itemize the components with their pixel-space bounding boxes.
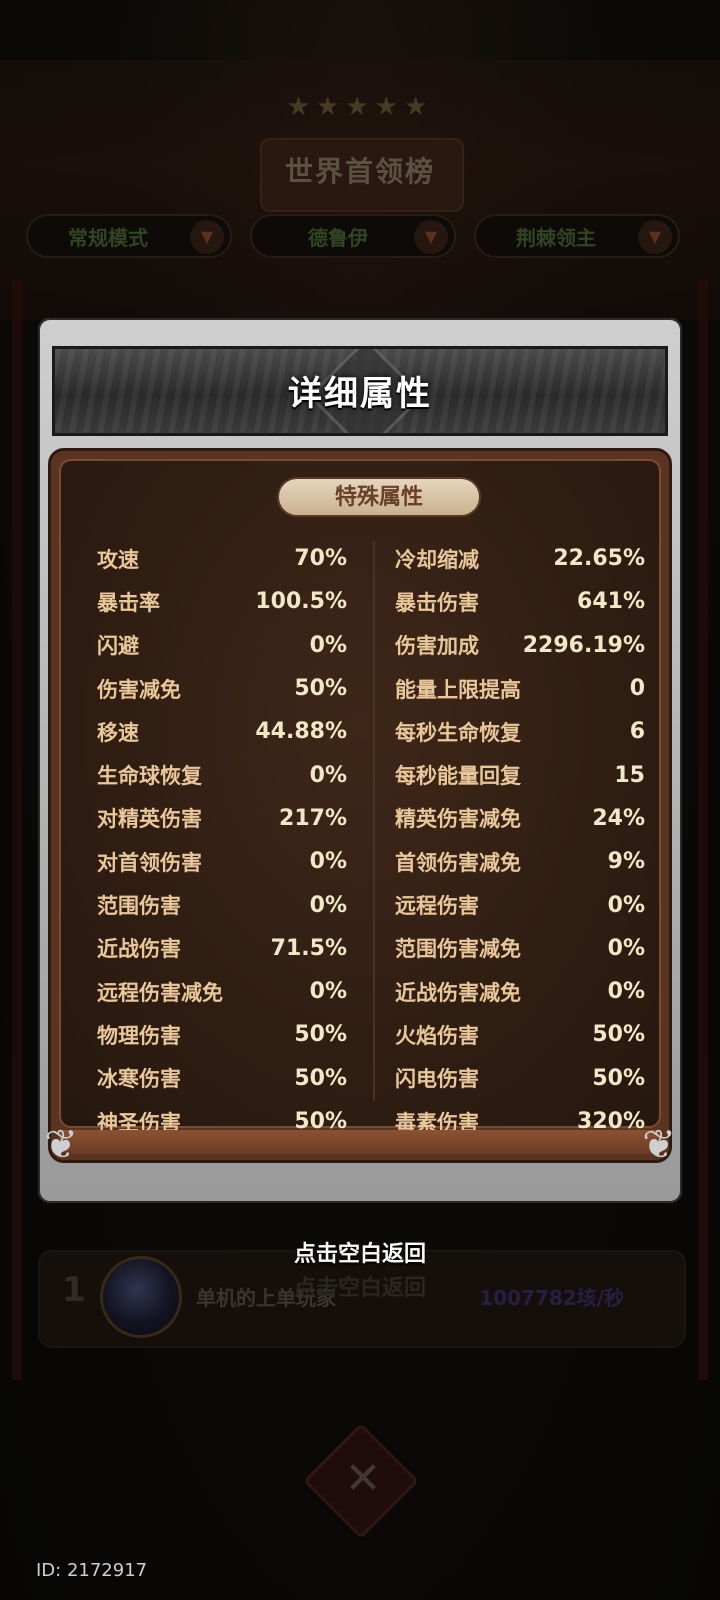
stat-row: 闪电伤害 50% [395, 1057, 645, 1100]
stat-row: 近战伤害 71.5% [97, 927, 347, 970]
stat-value: 0% [607, 892, 645, 918]
stat-value: 0% [607, 979, 645, 1005]
section-title: 特殊属性 [277, 477, 481, 517]
detail-attributes-modal: 详细属性 特殊属性 攻速 70% 暴击率 100.5% 闪避 0% 伤害减免 50% 移… [38, 318, 682, 1203]
stat-label: 远程伤害 [395, 894, 479, 919]
stat-label: 范围伤害 [97, 894, 181, 919]
user-id-label: ID: 2172917 [36, 1560, 148, 1581]
stat-row: 对精英伤害 217% [97, 797, 347, 840]
stat-label: 伤害减免 [97, 677, 181, 702]
stat-label: 移速 [97, 720, 139, 745]
stat-value: 22.65% [553, 546, 645, 572]
stat-value: 50% [592, 1022, 645, 1048]
stat-value: 50% [294, 1022, 347, 1048]
stat-value: 9% [607, 849, 645, 875]
stat-label: 近战伤害 [97, 937, 181, 962]
stat-row: 首领伤害减免 9% [395, 840, 645, 883]
stat-value: 50% [592, 1065, 645, 1091]
stat-label: 闪电伤害 [395, 1067, 479, 1092]
stat-value: 71.5% [270, 935, 347, 961]
stat-label: 对精英伤害 [97, 807, 202, 832]
stat-label: 冰寒伤害 [97, 1067, 181, 1092]
stat-row: 每秒能量回复 15 [395, 753, 645, 796]
stat-value: 15 [614, 762, 645, 788]
stat-value: 0% [309, 979, 347, 1005]
stat-row: 范围伤害 0% [97, 883, 347, 926]
stat-label: 能量上限提高 [395, 677, 521, 702]
stat-row: 精英伤害减免 24% [395, 797, 645, 840]
stat-value: 0% [309, 892, 347, 918]
stat-label: 首领伤害减免 [395, 850, 521, 875]
stat-row: 范围伤害减免 0% [395, 927, 645, 970]
corner-ornament-right-icon: ❦ [642, 1122, 676, 1168]
tap-blank-to-return-hint: 点击空白返回 [293, 1242, 426, 1267]
modal-header: 详细属性 [52, 346, 668, 436]
stats-column-left: 攻速 70% 暴击率 100.5% 闪避 0% 伤害减免 50% 移速 44.88% 生命… [97, 537, 347, 1143]
stat-row: 暴击率 100.5% [97, 580, 347, 623]
stat-row: 远程伤害减免 0% [97, 970, 347, 1013]
stat-row: 近战伤害减免 0% [395, 970, 645, 1013]
stat-value: 0% [309, 632, 347, 658]
stat-value: 50% [294, 676, 347, 702]
stat-value: 2296.19% [522, 632, 645, 658]
stat-value: 0% [309, 849, 347, 875]
stat-value: 24% [592, 805, 645, 831]
panel-bottom-ledge [59, 1130, 661, 1154]
column-divider [373, 541, 375, 1101]
modal-title: 详细属性 [288, 374, 432, 414]
stat-label: 冷却缩减 [395, 547, 479, 572]
stat-value: 100.5% [255, 589, 347, 615]
stat-row: 能量上限提高 0 [395, 667, 645, 710]
stat-value: 641% [577, 589, 645, 615]
stat-value: 217% [279, 805, 347, 831]
stat-row: 每秒生命恢复 6 [395, 710, 645, 753]
stat-label: 近战伤害减免 [395, 980, 521, 1005]
stat-row: 冷却缩减 22.65% [395, 537, 645, 580]
stat-label: 闪避 [97, 634, 139, 659]
stat-row: 生命球恢复 0% [97, 753, 347, 796]
stat-value: 44.88% [255, 719, 347, 745]
stat-value: 70% [294, 546, 347, 572]
stats-column-right: 冷却缩减 22.65% 暴击伤害 641% 伤害加成 2296.19% 能量上限提高 0… [395, 537, 645, 1143]
stat-label: 范围伤害减免 [395, 937, 521, 962]
stat-label: 每秒生命恢复 [395, 720, 521, 745]
stat-row: 移速 44.88% [97, 710, 347, 753]
stat-value: 50% [294, 1065, 347, 1091]
stat-label: 对首领伤害 [97, 850, 202, 875]
stat-label: 物理伤害 [97, 1023, 181, 1048]
stat-row: 对首领伤害 0% [97, 840, 347, 883]
stat-row: 远程伤害 0% [395, 883, 645, 926]
stat-row: 攻速 70% [97, 537, 347, 580]
stat-label: 远程伤害减免 [97, 980, 223, 1005]
stat-label: 攻速 [97, 547, 139, 572]
stat-row: 物理伤害 50% [97, 1013, 347, 1056]
stat-label: 火焰伤害 [395, 1023, 479, 1048]
stat-value: 0% [607, 935, 645, 961]
stat-label: 精英伤害减免 [395, 807, 521, 832]
stat-label: 暴击率 [97, 590, 160, 615]
stat-value: 0% [309, 762, 347, 788]
screen[interactable]: ★★★★★ 世界首领榜 常规模式 ▼ 德鲁伊 ▼ 荆棘领主 ▼ 1 单机的上单玩… [0, 0, 720, 1600]
stat-row: 暴击伤害 641% [395, 580, 645, 623]
stat-value: 6 [629, 719, 645, 745]
stat-value: 0 [629, 676, 645, 702]
stat-label: 暴击伤害 [395, 590, 479, 615]
stat-row: 闪避 0% [97, 624, 347, 667]
stats-panel-inner: 特殊属性 攻速 70% 暴击率 100.5% 闪避 0% 伤害减免 50% 移速 44.8… [59, 459, 661, 1135]
stat-row: 火焰伤害 50% [395, 1013, 645, 1056]
stats-panel: 特殊属性 攻速 70% 暴击率 100.5% 闪避 0% 伤害减免 50% 移速 44.8… [44, 448, 676, 1168]
stat-row: 伤害加成 2296.19% [395, 624, 645, 667]
stat-label: 伤害加成 [395, 634, 479, 659]
stat-label: 每秒能量回复 [395, 764, 521, 789]
stat-row: 冰寒伤害 50% [97, 1057, 347, 1100]
corner-ornament-left-icon: ❦ [44, 1122, 78, 1168]
stat-row: 伤害减免 50% [97, 667, 347, 710]
stat-label: 生命球恢复 [97, 764, 202, 789]
